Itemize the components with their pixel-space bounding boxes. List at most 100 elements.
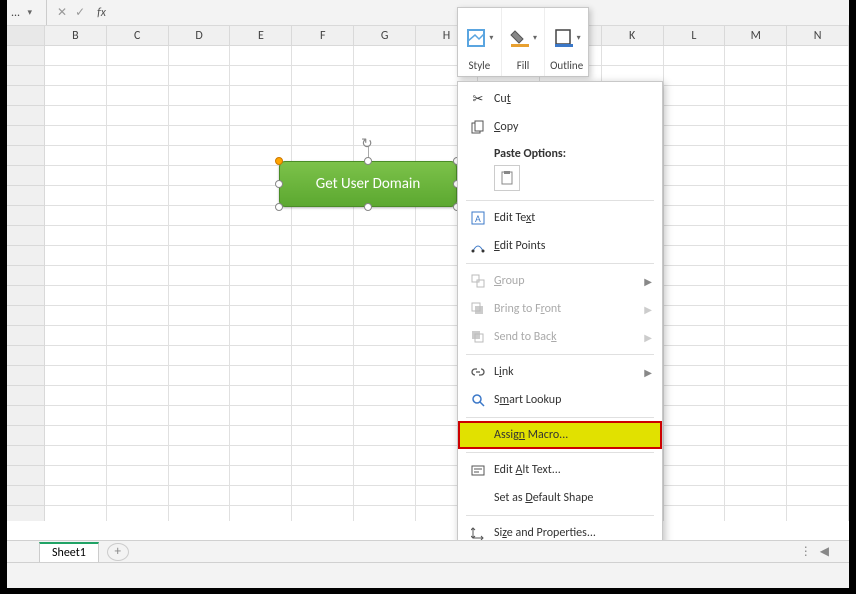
row-header[interactable] [7, 266, 45, 286]
row-header[interactable] [7, 506, 45, 521]
row-header[interactable] [7, 346, 45, 366]
cell[interactable] [45, 266, 107, 286]
cell[interactable] [664, 466, 726, 486]
cell[interactable] [354, 66, 416, 86]
cell[interactable] [787, 46, 849, 66]
menu-cut[interactable]: ✂ Cut [458, 85, 662, 113]
cell[interactable] [45, 106, 107, 126]
cell[interactable] [169, 426, 231, 446]
cell[interactable] [45, 146, 107, 166]
cell[interactable] [664, 326, 726, 346]
sheet-tab[interactable]: Sheet1 [39, 542, 99, 562]
cell[interactable] [45, 386, 107, 406]
menu-default-shape[interactable]: Set as Default Shape [458, 484, 662, 512]
cell[interactable] [169, 146, 231, 166]
enter-icon[interactable]: ✓ [75, 5, 85, 20]
menu-link[interactable]: Link ▶ [458, 358, 662, 386]
chevron-down-icon[interactable]: ▾ [28, 7, 43, 18]
style-button[interactable]: ▾ Style [458, 8, 502, 76]
row-header[interactable] [7, 286, 45, 306]
cell[interactable] [725, 286, 787, 306]
cell[interactable] [354, 466, 416, 486]
cell[interactable] [292, 46, 354, 66]
cell[interactable] [292, 86, 354, 106]
cell[interactable] [292, 206, 354, 226]
cell[interactable] [354, 506, 416, 521]
cell[interactable] [230, 406, 292, 426]
cell[interactable] [354, 406, 416, 426]
menu-edit-text[interactable]: A Edit Text [458, 204, 662, 232]
row-header[interactable] [7, 86, 45, 106]
cell[interactable] [725, 46, 787, 66]
cell[interactable] [292, 126, 354, 146]
cell[interactable] [169, 166, 231, 186]
cell[interactable] [664, 386, 726, 406]
row-header[interactable] [7, 366, 45, 386]
menu-edit-points[interactable]: Edit Points [458, 232, 662, 260]
cell[interactable] [107, 466, 169, 486]
cell[interactable] [107, 86, 169, 106]
cell[interactable] [725, 326, 787, 346]
cell[interactable] [602, 46, 664, 66]
adjustment-handle[interactable] [275, 157, 283, 165]
cell[interactable] [787, 166, 849, 186]
cell[interactable] [354, 46, 416, 66]
cell[interactable] [725, 346, 787, 366]
row-header[interactable] [7, 226, 45, 246]
menu-assign-macro[interactable]: Assign Macro... [458, 421, 662, 449]
row-header[interactable] [7, 246, 45, 266]
cell[interactable] [107, 146, 169, 166]
cell[interactable] [107, 166, 169, 186]
cell[interactable] [292, 266, 354, 286]
cell[interactable] [664, 186, 726, 206]
shape-selection[interactable]: ↻ Get User Domain [279, 161, 457, 207]
cell[interactable] [354, 366, 416, 386]
cell[interactable] [107, 66, 169, 86]
cell[interactable] [230, 266, 292, 286]
cell[interactable] [45, 406, 107, 426]
cell[interactable] [354, 446, 416, 466]
cell[interactable] [787, 66, 849, 86]
cell[interactable] [169, 266, 231, 286]
cell[interactable] [354, 426, 416, 446]
row-header[interactable] [7, 66, 45, 86]
cell[interactable] [230, 246, 292, 266]
paste-option-button[interactable] [494, 165, 520, 191]
cell[interactable] [664, 86, 726, 106]
cell[interactable] [107, 206, 169, 226]
rotate-handle-icon[interactable]: ↻ [361, 135, 373, 152]
cell[interactable] [725, 246, 787, 266]
cell[interactable] [725, 486, 787, 506]
cell[interactable] [354, 266, 416, 286]
cell[interactable] [169, 206, 231, 226]
resize-handle[interactable] [275, 180, 283, 188]
col-header[interactable]: F [292, 26, 354, 45]
cell[interactable] [45, 506, 107, 521]
col-header[interactable]: K [602, 26, 664, 45]
cell[interactable] [787, 406, 849, 426]
row-header[interactable] [7, 446, 45, 466]
cell[interactable] [107, 506, 169, 521]
row-header[interactable] [7, 46, 45, 66]
cell[interactable] [45, 186, 107, 206]
cell[interactable] [292, 466, 354, 486]
tab-scroll-left-icon[interactable]: ◀ [820, 544, 829, 559]
cell[interactable] [787, 146, 849, 166]
cell[interactable] [664, 126, 726, 146]
cell[interactable] [107, 346, 169, 366]
col-header[interactable]: N [787, 26, 849, 45]
cell[interactable] [169, 466, 231, 486]
resize-handle[interactable] [364, 157, 372, 165]
cell[interactable] [664, 446, 726, 466]
cell[interactable] [230, 286, 292, 306]
cell[interactable] [169, 186, 231, 206]
cell[interactable] [725, 106, 787, 126]
cell[interactable] [354, 326, 416, 346]
cell[interactable] [169, 226, 231, 246]
spreadsheet-grid[interactable]: // rows generated below in populate scri… [7, 46, 849, 521]
cell[interactable] [354, 106, 416, 126]
outline-button[interactable]: ▾ Outline [545, 8, 588, 76]
cell[interactable] [664, 66, 726, 86]
cell[interactable] [45, 366, 107, 386]
cell[interactable] [787, 266, 849, 286]
